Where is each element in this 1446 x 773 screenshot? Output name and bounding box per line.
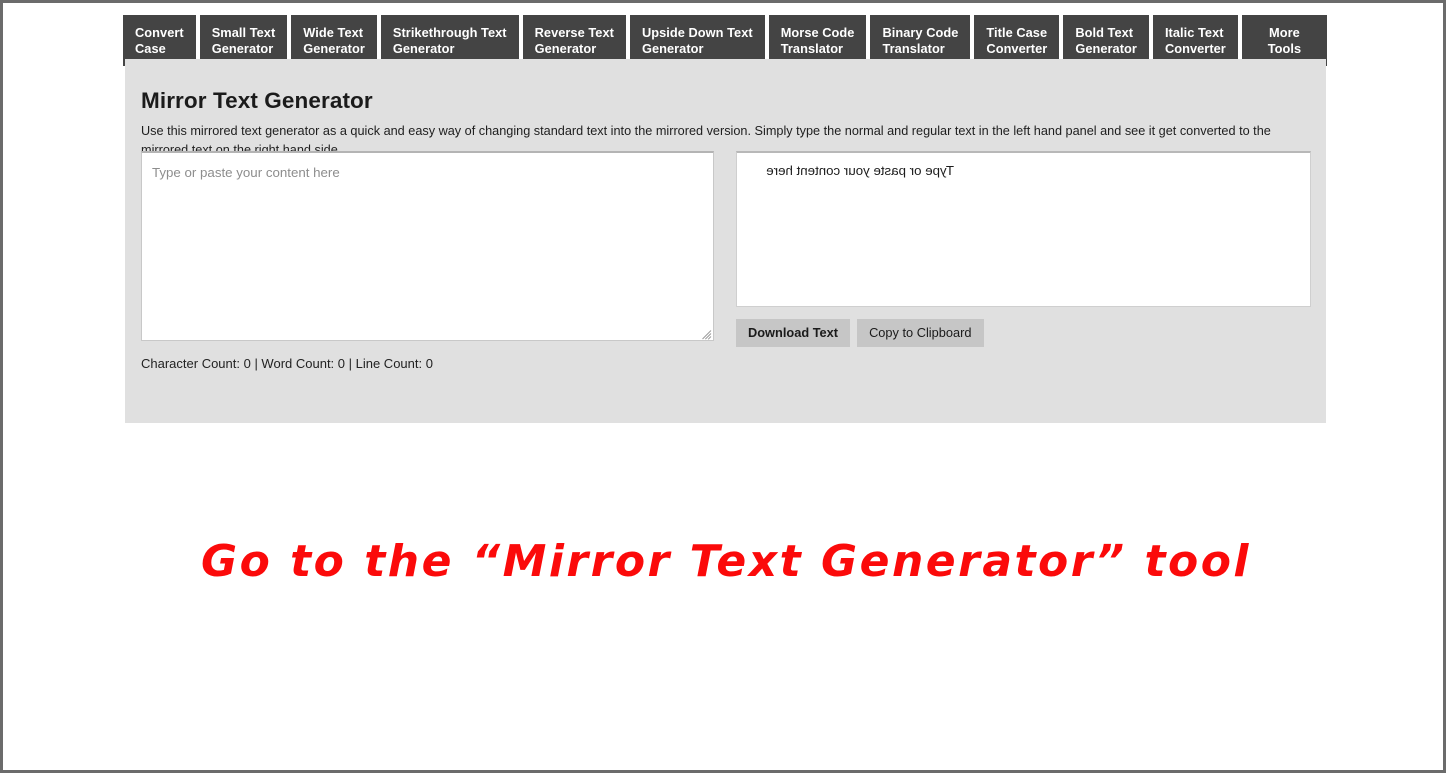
page-title: Mirror Text Generator [141, 88, 373, 114]
instruction-annotation: Go to the “Mirror Text Generator” tool [200, 536, 1252, 587]
tab-label-line1: Small Text [211, 25, 276, 40]
tab-label-line1: Morse Code [780, 25, 855, 40]
copy-to-clipboard-button[interactable]: Copy to Clipboard [857, 319, 984, 347]
tab-label-line2: Translator [882, 41, 945, 56]
tab-label-line1: Reverse Text [534, 25, 614, 40]
source-text-input[interactable] [141, 151, 714, 341]
tab-label-line1: Upside Down Text [641, 25, 753, 40]
tab-label-line1: Italic Text [1164, 25, 1224, 40]
tool-panel: Mirror Text Generator Use this mirrored … [125, 59, 1326, 423]
tab-label-line1: Binary Code [882, 25, 959, 40]
tab-label-line2: Tools [1267, 41, 1302, 56]
tab-label-line1: More [1269, 25, 1300, 40]
tab-label-line2: Case [135, 41, 166, 56]
tab-label-line2: Translator [780, 41, 844, 56]
tab-label-line2: Generator [211, 41, 274, 56]
tab-label-line2: Generator [392, 41, 455, 56]
tab-label-line1: Title Case [986, 25, 1048, 40]
output-actions: Download Text Copy to Clipboard [736, 319, 984, 347]
tab-label-line2: Generator [303, 41, 365, 56]
tab-label-line1: Convert [135, 25, 184, 40]
tab-label-line2: Converter [986, 41, 1048, 56]
tab-label-line2: Generator [641, 41, 704, 56]
mirrored-output-box [736, 151, 1311, 307]
tab-label-line2: Converter [1164, 41, 1226, 56]
tab-label-line2: Generator [1075, 41, 1137, 56]
tab-label-line2: Generator [534, 41, 597, 56]
tab-label-line1: Bold Text [1075, 25, 1134, 40]
tab-label-line1: Strikethrough Text [392, 25, 507, 40]
counts-status: Character Count: 0 | Word Count: 0 | Lin… [141, 356, 433, 371]
download-text-button[interactable]: Download Text [736, 319, 851, 347]
browser-viewport: Convert Case Small Text Generator Wide T… [0, 0, 1446, 773]
tab-label-line1: Wide Text [303, 25, 364, 40]
